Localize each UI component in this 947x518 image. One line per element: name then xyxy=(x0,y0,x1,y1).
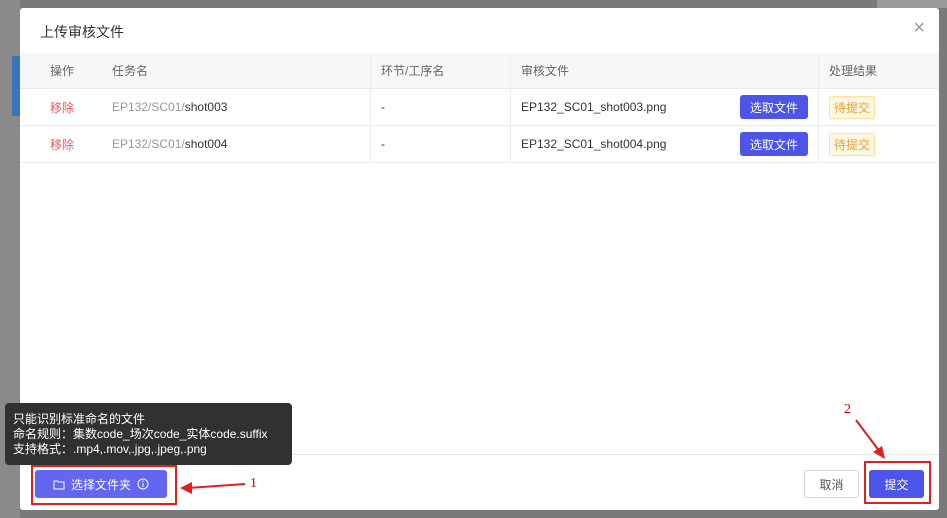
task-path-prefix: EP132/SC01/ xyxy=(112,137,185,151)
table-row: 移除 EP132/SC01/shot003 - EP132_SC01_shot0… xyxy=(20,89,939,126)
annotation-highlight-submit xyxy=(864,461,931,504)
dialog-header: 上传审核文件 × xyxy=(20,8,939,53)
remove-link[interactable]: 移除 xyxy=(50,99,74,116)
column-header-result: 处理结果 xyxy=(818,53,939,88)
column-header-file: 审核文件 xyxy=(510,53,818,88)
dialog-title: 上传审核文件 xyxy=(40,24,124,40)
pick-file-button[interactable]: 选取文件 xyxy=(739,95,808,119)
status-badge: 待提交 xyxy=(829,132,876,156)
annotation-marker-2: 2 xyxy=(844,402,851,417)
remove-link[interactable]: 移除 xyxy=(50,136,74,153)
column-header-step: 环节/工序名 xyxy=(370,53,510,88)
background-app-toolbar xyxy=(877,0,947,8)
tooltip-line: 命名规则：集数code_场次code_实体code.suffix xyxy=(13,427,268,441)
task-path-prefix: EP132/SC01/ xyxy=(112,100,185,114)
close-icon[interactable]: × xyxy=(913,18,925,38)
task-name: shot004 xyxy=(184,137,228,151)
background-row-highlight xyxy=(12,88,20,116)
pick-file-button[interactable]: 选取文件 xyxy=(739,132,808,156)
column-header-task: 任务名 xyxy=(112,64,149,78)
annotation-marker-1: 1 xyxy=(250,476,257,491)
table-header-row: 操作 任务名 环节/工序名 审核文件 处理结果 xyxy=(20,53,939,89)
review-files-table: 操作 任务名 环节/工序名 审核文件 处理结果 移除 EP132/SC01/sh… xyxy=(20,53,939,163)
cancel-button[interactable]: 取消 xyxy=(804,470,859,498)
step-value: - xyxy=(381,100,385,114)
background-row-highlight xyxy=(12,56,20,88)
tooltip-line: 支持格式：.mp4,.mov,.jpg,.jpeg,.png xyxy=(13,442,207,456)
step-value: - xyxy=(381,137,385,151)
table-row: 移除 EP132/SC01/shot004 - EP132_SC01_shot0… xyxy=(20,126,939,163)
status-badge: 待提交 xyxy=(829,95,876,119)
review-file-name: EP132_SC01_shot003.png xyxy=(521,100,667,114)
annotation-highlight-select-folder xyxy=(31,465,177,505)
tooltip-line: 只能识别标准命名的文件 xyxy=(13,412,146,426)
review-file-name: EP132_SC01_shot004.png xyxy=(521,137,667,151)
column-header-action: 操作 xyxy=(49,64,74,78)
task-name: shot003 xyxy=(184,100,228,114)
naming-rules-tooltip: 只能识别标准命名的文件 命名规则：集数code_场次code_实体code.su… xyxy=(5,403,292,465)
